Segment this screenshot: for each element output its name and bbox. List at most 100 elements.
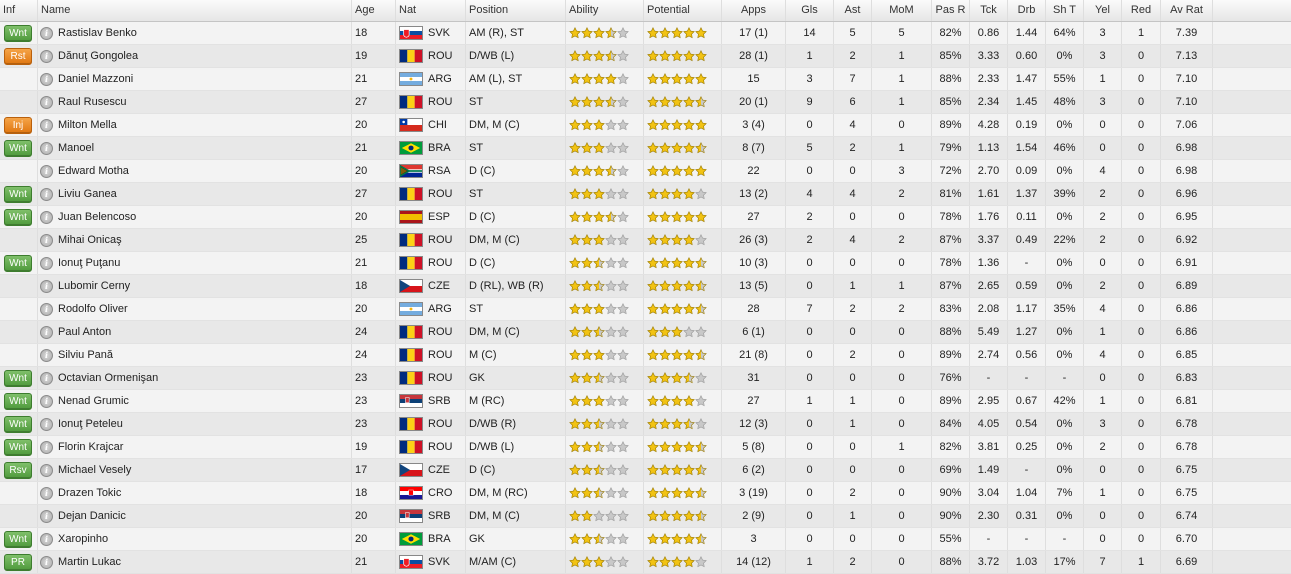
- info-icon[interactable]: i: [40, 371, 53, 385]
- status-badge[interactable]: Wnt: [4, 140, 32, 157]
- player-name[interactable]: Paul Anton: [58, 321, 111, 343]
- col-header-yel[interactable]: Yel: [1084, 0, 1122, 21]
- info-icon[interactable]: i: [40, 325, 53, 339]
- name-cell[interactable]: i Nenad Grumic: [38, 390, 352, 412]
- name-cell[interactable]: i Ionuţ Peteleu: [38, 413, 352, 435]
- table-row[interactable]: Wnt i Liviu Ganea 27 ROU ST 13 (2) 4 4 2 81% 1.61 1.…: [0, 183, 1291, 206]
- info-icon[interactable]: i: [40, 164, 53, 178]
- player-name[interactable]: Silviu Pană: [58, 344, 113, 366]
- col-header-position[interactable]: Position: [466, 0, 566, 21]
- info-icon[interactable]: i: [40, 348, 53, 362]
- name-cell[interactable]: i Martin Lukac: [38, 551, 352, 573]
- player-name[interactable]: Dejan Danicic: [58, 505, 126, 527]
- name-cell[interactable]: i Juan Belencoso: [38, 206, 352, 228]
- player-name[interactable]: Xaropinho: [58, 528, 108, 550]
- name-cell[interactable]: i Rastislav Benko: [38, 22, 352, 44]
- table-row[interactable]: i Drazen Tokic 18 CRO DM, M (RC) 3 (19) 0 2 0 90%…: [0, 482, 1291, 505]
- info-icon[interactable]: i: [40, 141, 53, 155]
- table-row[interactable]: Wnt i Manoel 21 BRA ST 8 (7) 5 2 1 79% 1.13 1.54 46% 0…: [0, 137, 1291, 160]
- name-cell[interactable]: i Xaropinho: [38, 528, 352, 550]
- info-icon[interactable]: i: [40, 187, 53, 201]
- info-icon[interactable]: i: [40, 509, 53, 523]
- name-cell[interactable]: i Paul Anton: [38, 321, 352, 343]
- name-cell[interactable]: i Mihai Onicaş: [38, 229, 352, 251]
- name-cell[interactable]: i Daniel Mazzoni: [38, 68, 352, 90]
- col-header-tck[interactable]: Tck: [970, 0, 1008, 21]
- status-badge[interactable]: Wnt: [4, 186, 32, 203]
- col-header-av-rat[interactable]: Av Rat: [1161, 0, 1213, 21]
- name-cell[interactable]: i Florin Krajcar: [38, 436, 352, 458]
- player-name[interactable]: Martin Lukac: [58, 551, 121, 573]
- player-name[interactable]: Edward Motha: [58, 160, 129, 182]
- player-name[interactable]: Drazen Tokic: [58, 482, 121, 504]
- info-icon[interactable]: i: [40, 417, 53, 431]
- name-cell[interactable]: i Edward Motha: [38, 160, 352, 182]
- name-cell[interactable]: i Dejan Danicic: [38, 505, 352, 527]
- player-name[interactable]: Michael Vesely: [58, 459, 131, 481]
- player-name[interactable]: Raul Rusescu: [58, 91, 126, 113]
- info-icon[interactable]: i: [40, 532, 53, 546]
- info-icon[interactable]: i: [40, 256, 53, 270]
- info-icon[interactable]: i: [40, 394, 53, 408]
- name-cell[interactable]: i Silviu Pană: [38, 344, 352, 366]
- col-header-ability[interactable]: Ability: [566, 0, 644, 21]
- info-icon[interactable]: i: [40, 486, 53, 500]
- col-header-age[interactable]: Age: [352, 0, 396, 21]
- table-row[interactable]: Rst i Dănuţ Gongolea 19 ROU D/WB (L) 28 (1) 1 2 1…: [0, 45, 1291, 68]
- name-cell[interactable]: i Ionuţ Puţanu: [38, 252, 352, 274]
- table-row[interactable]: Wnt i Rastislav Benko 18 SVK AM (R), ST 17 (1)…: [0, 22, 1291, 45]
- player-name[interactable]: Ionuţ Peteleu: [58, 413, 123, 435]
- table-row[interactable]: Wnt i Ionuţ Peteleu 23 ROU D/WB (R) 12 (3) 0 1 0 8…: [0, 413, 1291, 436]
- col-header-nat[interactable]: Nat: [396, 0, 466, 21]
- status-badge[interactable]: Wnt: [4, 416, 32, 433]
- player-name[interactable]: Milton Mella: [58, 114, 117, 136]
- table-row[interactable]: Rsv i Michael Vesely 17 CZE D (C) 6 (2) 0 0 0 69% 1…: [0, 459, 1291, 482]
- table-row[interactable]: i Rodolfo Oliver 20 ARG ST 28 7 2 2 83% 2.08 1.17 35…: [0, 298, 1291, 321]
- col-header-drb[interactable]: Drb: [1008, 0, 1046, 21]
- table-row[interactable]: i Mihai Onicaş 25 ROU DM, M (C) 26 (3) 2 4 2 87% 3…: [0, 229, 1291, 252]
- table-row[interactable]: Wnt i Juan Belencoso 20 ESP D (C) 27 2 0 0 78% 1.76…: [0, 206, 1291, 229]
- player-name[interactable]: Florin Krajcar: [58, 436, 123, 458]
- table-row[interactable]: i Paul Anton 24 ROU DM, M (C) 6 (1) 0 0 0 88% 5.49…: [0, 321, 1291, 344]
- status-badge[interactable]: Rsv: [4, 462, 32, 479]
- player-name[interactable]: Rastislav Benko: [58, 22, 137, 44]
- col-header-name[interactable]: Name: [38, 0, 352, 21]
- name-cell[interactable]: i Dănuţ Gongolea: [38, 45, 352, 67]
- status-badge[interactable]: Wnt: [4, 370, 32, 387]
- table-row[interactable]: i Edward Motha 20 RSA D (C) 22 0 0 3 72% 2.70 0.09 0…: [0, 160, 1291, 183]
- name-cell[interactable]: i Michael Vesely: [38, 459, 352, 481]
- col-header-inf[interactable]: Inf: [0, 0, 38, 21]
- info-icon[interactable]: i: [40, 440, 53, 454]
- player-name[interactable]: Dănuţ Gongolea: [58, 45, 138, 67]
- table-row[interactable]: i Silviu Pană 24 ROU M (C) 21 (8) 0 2 0 89% 2.74 0.…: [0, 344, 1291, 367]
- player-name[interactable]: Liviu Ganea: [58, 183, 117, 205]
- status-badge[interactable]: Wnt: [4, 209, 32, 226]
- player-name[interactable]: Mihai Onicaş: [58, 229, 122, 251]
- table-row[interactable]: i Dejan Danicic 20 SRB DM, M (C) 2 (9) 0 1 0 90% 2…: [0, 505, 1291, 528]
- info-icon[interactable]: i: [40, 233, 53, 247]
- info-icon[interactable]: i: [40, 72, 53, 86]
- info-icon[interactable]: i: [40, 49, 53, 63]
- name-cell[interactable]: i Drazen Tokic: [38, 482, 352, 504]
- table-row[interactable]: Wnt i Octavian Ormenişan 23 ROU GK 31 0 0 0 76% - - -…: [0, 367, 1291, 390]
- col-header-pas-r[interactable]: Pas R: [932, 0, 970, 21]
- col-header-mom[interactable]: MoM: [872, 0, 932, 21]
- info-icon[interactable]: i: [40, 95, 53, 109]
- col-header-apps[interactable]: Apps: [722, 0, 786, 21]
- col-header-ast[interactable]: Ast: [834, 0, 872, 21]
- status-badge[interactable]: Wnt: [4, 393, 32, 410]
- table-row[interactable]: i Lubomir Cerny 18 CZE D (RL), WB (R) 13 (5) 0…: [0, 275, 1291, 298]
- player-name[interactable]: Octavian Ormenişan: [58, 367, 158, 389]
- name-cell[interactable]: i Rodolfo Oliver: [38, 298, 352, 320]
- status-badge[interactable]: Rst: [4, 48, 32, 65]
- status-badge[interactable]: Wnt: [4, 25, 32, 42]
- name-cell[interactable]: i Milton Mella: [38, 114, 352, 136]
- info-icon[interactable]: i: [40, 463, 53, 477]
- name-cell[interactable]: i Raul Rusescu: [38, 91, 352, 113]
- status-badge[interactable]: Inj: [4, 117, 32, 134]
- info-icon[interactable]: i: [40, 555, 53, 569]
- table-row[interactable]: Inj i Milton Mella 20 CHI DM, M (C) 3 (4) 0 4 0 89…: [0, 114, 1291, 137]
- table-row[interactable]: PR i Martin Lukac 21 SVK M/AM (C) 14 (12) 1 2 0 88…: [0, 551, 1291, 574]
- table-row[interactable]: Wnt i Xaropinho 20 BRA GK 3 0 0 0 55% - - -0 0 6.70: [0, 528, 1291, 551]
- table-row[interactable]: Wnt i Ionuţ Puţanu 21 ROU D (C) 10 (3) 0 0 0 78% 1.…: [0, 252, 1291, 275]
